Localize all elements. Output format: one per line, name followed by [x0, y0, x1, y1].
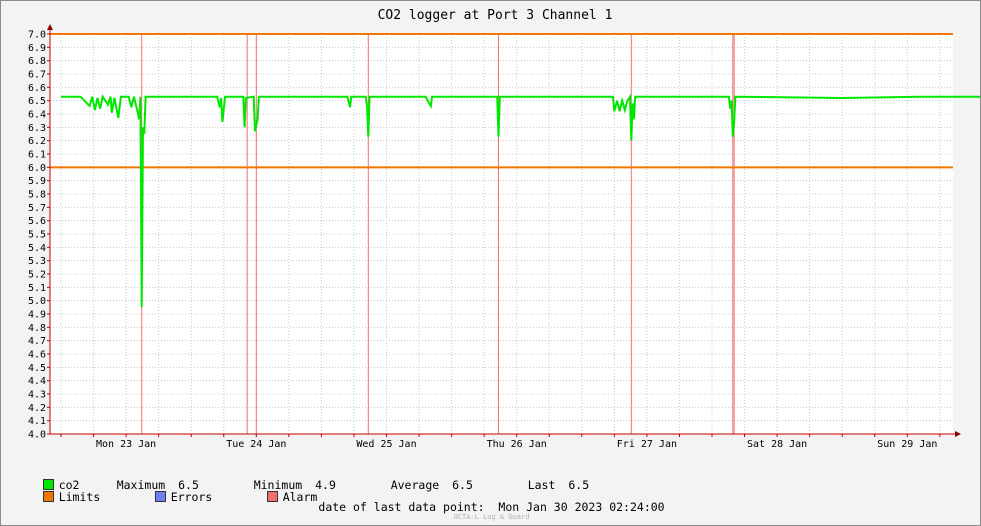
- y-tick-label: 6.4: [28, 110, 46, 121]
- last-point-label: date of last data point:: [318, 500, 485, 514]
- x-tick-label: Mon 23 Jan: [96, 439, 156, 450]
- y-tick-label: 4.3: [28, 390, 46, 401]
- average-label: Average: [390, 478, 440, 492]
- y-tick-label: 5.0: [28, 296, 46, 307]
- x-tick-label: Wed 25 Jan: [356, 439, 416, 450]
- y-tick-label: 5.7: [28, 203, 46, 214]
- y-tick-label: 4.9: [28, 310, 46, 321]
- y-tick-label: 4.8: [28, 323, 46, 334]
- y-tick-label: 6.0: [28, 163, 46, 174]
- y-tick-label: 6.5: [28, 96, 46, 107]
- y-tick-label: 4.4: [28, 376, 46, 387]
- y-tick-label: 4.6: [28, 350, 46, 361]
- average-value: 6.5: [452, 478, 473, 492]
- y-tick-label: 4.5: [28, 363, 46, 374]
- chart-svg: CO2 logger at Port 3 Channel 1 4.0 4.1 4.2…: [28, 8, 980, 450]
- y-tick-label: 6.8: [28, 56, 46, 67]
- last-point-value: Mon Jan 30 2023 02:24:00: [498, 500, 665, 514]
- y-tick-label: 4.2: [28, 403, 46, 414]
- last-label: Last: [527, 478, 556, 492]
- x-tick-label: Sun 29 Jan: [877, 439, 937, 450]
- x-tick-label: Sat 28 Jan: [747, 439, 807, 450]
- y-tick-label: 5.6: [28, 216, 46, 227]
- y-tick-label: 5.3: [28, 256, 46, 267]
- last-value: 6.5: [568, 478, 590, 492]
- y-tick-label: 4.0: [28, 430, 46, 441]
- y-tick-label: 6.7: [28, 70, 46, 81]
- y-tick-label: 4.1: [28, 416, 46, 427]
- y-tick-label: 6.9: [28, 43, 46, 54]
- y-tick-labels: 4.0 4.1 4.2 4.3 4.4 4.5 4.6 4.7 4.8 4.9 5.0 5.1 5.2 5…: [28, 30, 46, 441]
- x-tick-label: Thu 26 Jan: [487, 439, 547, 450]
- y-tick-label: 5.4: [28, 243, 46, 254]
- credit-text: OCTA-L Log & Guard: [453, 513, 530, 521]
- y-tick-label: 4.7: [28, 336, 46, 347]
- y-tick-label: 6.2: [28, 136, 46, 147]
- minimum-value: 4.9: [315, 478, 336, 492]
- y-tick-label: 5.1: [28, 283, 46, 294]
- y-tick-label: 7.0: [28, 30, 46, 41]
- last-data-point: date of last data point: Mon Jan 30 2023…: [1, 500, 980, 514]
- x-tick-labels: Mon 23 Jan Tue 24 Jan Wed 25 Jan Thu 26 Jan…: [96, 439, 937, 450]
- y-tick-label: 5.5: [28, 230, 46, 241]
- y-tick-label: 5.8: [28, 190, 46, 201]
- y-tick-label: 6.3: [28, 123, 46, 134]
- chart-title: CO2 logger at Port 3 Channel 1: [378, 8, 613, 23]
- chart-window: CO2 logger at Port 3 Channel 1 4.0 4.1 4.2…: [0, 0, 981, 526]
- y-axis-arrow: [47, 24, 53, 30]
- y-tick-label: 6.6: [28, 83, 46, 94]
- x-tick-label: Tue 24 Jan: [226, 439, 286, 450]
- y-tick-label: 5.9: [28, 176, 46, 187]
- y-tick-label: 6.1: [28, 150, 46, 161]
- y-tick-label: 5.2: [28, 270, 46, 281]
- x-tick-label: Fri 27 Jan: [617, 439, 677, 450]
- x-axis-arrow: [955, 431, 961, 437]
